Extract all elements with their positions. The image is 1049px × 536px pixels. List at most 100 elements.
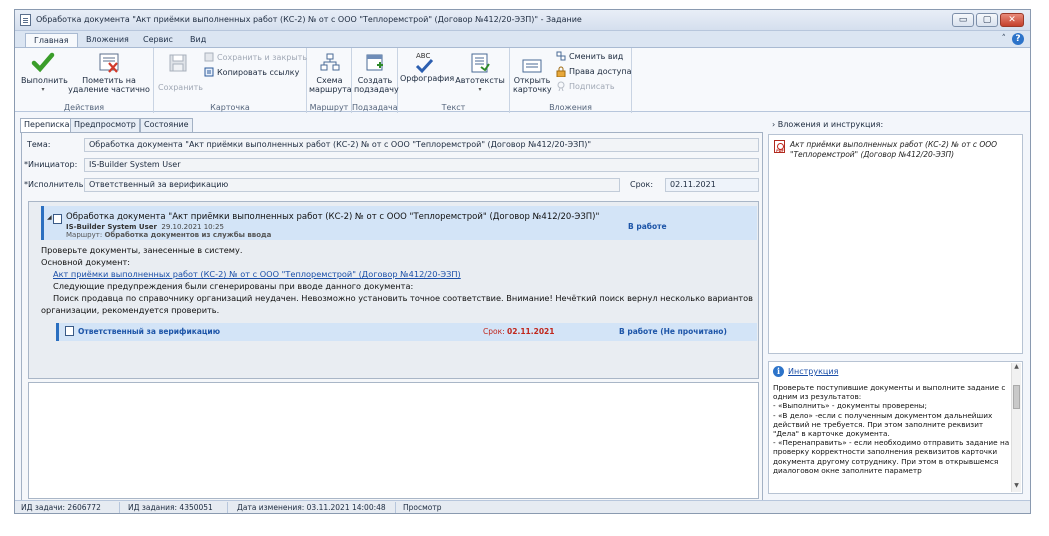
tab-state[interactable]: Состояние	[140, 118, 193, 132]
due-label: Срок:	[630, 180, 654, 189]
window-controls: ▭ ▢ ✕	[952, 13, 1024, 27]
ribbon-tabs: Главная Вложения Сервис Вид ˄ ?	[15, 31, 1030, 47]
task-author: IS-Builder System User	[66, 223, 157, 231]
sign-label: Подписать	[569, 81, 615, 91]
route-scheme-label-2: маршрута	[309, 85, 352, 94]
help-icon[interactable]: ?	[1012, 33, 1024, 45]
task-body: Проверьте документы, занесенные в систем…	[41, 244, 757, 316]
status-task-id: ИД задачи: 2606772	[21, 503, 101, 512]
change-view-icon	[556, 51, 566, 61]
initiator-label: *Инициатор:	[24, 160, 78, 169]
correspondence-thread: ◢ Обработка документа "Акт приёмки выпол…	[28, 201, 759, 379]
checkmark-icon	[31, 52, 55, 73]
lock-icon	[556, 66, 566, 77]
autotext-button[interactable]: Автотексты ▾	[454, 52, 506, 94]
mark-delete-icon	[99, 53, 119, 73]
ribbon-group-subtask: Создать подзадачу Подзадача	[352, 48, 399, 113]
group-label-subtask: Подзадача	[352, 103, 398, 112]
group-label-route: Маршрут	[309, 103, 349, 112]
status-mode: Просмотр	[403, 503, 442, 512]
sign-button[interactable]: Подписать	[556, 81, 615, 91]
save-button[interactable]: Сохранить	[158, 52, 203, 92]
pdf-icon	[774, 140, 785, 153]
main-document-link[interactable]: Акт приёмки выполненных работ (КС-2) № о…	[53, 269, 461, 279]
tab-attachments[interactable]: Вложения	[78, 33, 137, 47]
execute-label: Выполнить	[21, 76, 68, 85]
chevron-right-icon[interactable]: ›	[772, 120, 775, 129]
collapse-ribbon-icon[interactable]: ˄	[1002, 34, 1007, 44]
status-bar: ИД задачи: 2606772 ИД задания: 4350051 Д…	[15, 500, 1030, 513]
group-label-text: Текст	[441, 103, 466, 112]
route-value: Обработка документов из службы ввода	[104, 231, 272, 239]
due-date-field[interactable]: 02.11.2021	[665, 178, 759, 192]
attachments-pane: › Вложения и инструкция: Акт приёмки вып…	[768, 118, 1026, 503]
spelling-icon: ABC	[400, 52, 452, 74]
execute-dropdown-icon: ▾	[41, 86, 45, 93]
execute-button[interactable]: Выполнить ▾	[21, 52, 68, 94]
task-route: Маршрут: Обработка документов из службы …	[66, 231, 271, 239]
status-changed-date: Дата изменения: 03.11.2021 14:00:48	[237, 503, 386, 512]
body-line-5: организации, рекомендуется проверить.	[41, 305, 220, 315]
open-card-icon	[522, 59, 542, 73]
create-subtask-label-1: Создать	[357, 76, 393, 85]
save-label: Сохранить	[158, 83, 203, 92]
maximize-button[interactable]: ▢	[976, 13, 998, 27]
executor-field[interactable]: Ответственный за верификацию	[84, 178, 620, 192]
attachments-pane-header[interactable]: › Вложения и инструкция:	[768, 118, 1026, 132]
subtask-row[interactable]: Ответственный за верификацию Срок: 02.11…	[56, 323, 757, 341]
floppy-disk-icon	[169, 54, 187, 72]
group-label-card: Карточка	[210, 103, 250, 112]
scroll-down-icon[interactable]: ▼	[1012, 482, 1021, 492]
subtask-icon	[65, 326, 74, 336]
group-label-attachments: Вложения	[549, 103, 592, 112]
save-close-icon	[204, 52, 214, 62]
ribbon-group-attachments: Открыть карточку Сменить вид Права досту…	[510, 48, 632, 113]
copy-link-icon	[204, 67, 214, 77]
comment-input[interactable]	[28, 382, 759, 499]
copy-link-button[interactable]: Копировать ссылку	[204, 67, 299, 77]
route-scheme-button[interactable]: Схема маршрута	[309, 52, 352, 94]
access-rights-button[interactable]: Права доступа	[556, 66, 632, 77]
task-date: 29.10.2021 10:25	[161, 223, 224, 231]
instruction-scrollbar[interactable]: ▲ ▼	[1011, 363, 1021, 492]
subtask-due-label: Срок:	[483, 327, 505, 336]
spelling-button[interactable]: ABC Орфография	[400, 52, 454, 83]
instruction-link[interactable]: Инструкция	[788, 367, 838, 376]
initiator-field[interactable]: IS-Builder System User	[84, 158, 759, 172]
tab-correspondence[interactable]: Переписка	[20, 118, 74, 133]
change-view-button[interactable]: Сменить вид	[556, 51, 623, 61]
instruction-line-3: - «В дело» -если с полученным документом…	[773, 410, 993, 439]
save-close-button[interactable]: Сохранить и закрыть	[204, 52, 307, 62]
create-subtask-button[interactable]: Создать подзадачу	[354, 52, 399, 94]
change-view-label: Сменить вид	[569, 51, 624, 61]
tab-service[interactable]: Сервис	[135, 33, 181, 47]
attachment-list: Акт приёмки выполненных работ (КС-2) № о…	[768, 134, 1023, 354]
ribbon-group-text: ABC Орфография Автотексты ▾ Текст	[398, 48, 510, 113]
body-line-1: Проверьте документы, занесенные в систем…	[41, 245, 243, 255]
subject-label: Тема:	[27, 140, 51, 149]
tab-preview[interactable]: Предпросмотр	[70, 118, 140, 132]
instruction-line-1: Проверьте поступившие документы и выполн…	[773, 383, 1006, 402]
copy-link-label: Копировать ссылку	[217, 67, 300, 77]
open-card-button[interactable]: Открыть карточку	[513, 58, 552, 94]
body-line-4: Поиск продавца по справочнику организаци…	[53, 293, 753, 303]
title-bar: Обработка документа "Акт приёмки выполне…	[15, 10, 1030, 31]
subject-field[interactable]: Обработка документа "Акт приёмки выполне…	[84, 138, 759, 152]
subtask-due-value: 02.11.2021	[507, 327, 555, 336]
scroll-thumb[interactable]	[1013, 385, 1020, 409]
route-label: Маршрут:	[66, 231, 103, 239]
group-label-actions: Действия	[63, 103, 105, 112]
mark-delete-button[interactable]: Пометить на удаление частично	[67, 52, 151, 94]
body-line-3: Следующие предупреждения были сгенериров…	[53, 281, 414, 291]
close-button[interactable]: ✕	[1000, 13, 1024, 27]
task-header[interactable]: ◢ Обработка документа "Акт приёмки выпол…	[41, 206, 757, 240]
scroll-up-icon[interactable]: ▲	[1012, 363, 1021, 373]
collapse-triangle-icon[interactable]: ◢	[47, 214, 52, 221]
task-meta: IS-Builder System User 29.10.2021 10:25	[66, 223, 224, 231]
ribbon-group-actions: Выполнить ▾ Пометить на удаление частичн…	[15, 48, 154, 113]
minimize-button[interactable]: ▭	[952, 13, 974, 27]
tab-view[interactable]: Вид	[182, 33, 214, 47]
mark-delete-label-1: Пометить на	[82, 76, 136, 85]
tab-main[interactable]: Главная	[25, 33, 78, 47]
create-subtask-icon	[366, 54, 383, 71]
